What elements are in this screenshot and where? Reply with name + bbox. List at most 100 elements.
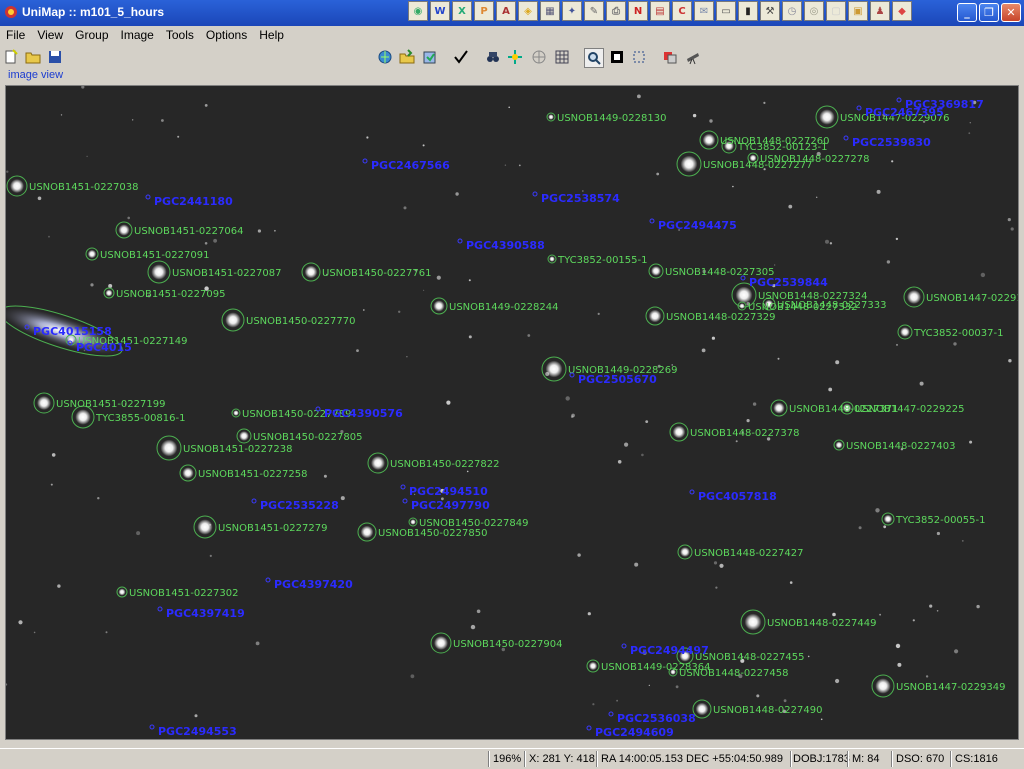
access-icon[interactable]: A xyxy=(496,1,516,21)
print-icon[interactable]: ⎙ xyxy=(606,1,626,21)
star[interactable] xyxy=(548,114,554,120)
star[interactable] xyxy=(875,678,891,694)
star[interactable] xyxy=(819,109,835,125)
open-image-icon[interactable] xyxy=(398,48,416,66)
n-icon[interactable]: N xyxy=(628,1,648,21)
star[interactable] xyxy=(433,300,445,312)
chat-icon[interactable]: ✉ xyxy=(694,1,714,21)
galaxy-catalog-label: PGC2494475 xyxy=(658,219,737,232)
sky-grid-icon[interactable] xyxy=(530,48,548,66)
align-icon[interactable] xyxy=(506,48,524,66)
open-folder-icon[interactable] xyxy=(24,48,42,66)
c-icon[interactable]: C xyxy=(672,1,692,21)
star[interactable] xyxy=(648,309,662,323)
star[interactable] xyxy=(160,439,178,457)
grid-icon[interactable] xyxy=(553,48,571,66)
faint-star xyxy=(968,132,971,135)
star[interactable] xyxy=(118,588,126,596)
star[interactable] xyxy=(545,360,563,378)
star[interactable] xyxy=(371,456,385,470)
star[interactable] xyxy=(672,425,686,439)
menu-image[interactable]: Image xyxy=(115,26,160,44)
star[interactable] xyxy=(151,264,167,280)
star[interactable] xyxy=(835,441,843,449)
menu-options[interactable]: Options xyxy=(200,26,253,44)
select-area-icon[interactable] xyxy=(630,48,648,66)
star[interactable] xyxy=(37,396,51,410)
star[interactable] xyxy=(304,265,318,279)
screen-icon[interactable]: ▭ xyxy=(716,1,736,21)
star[interactable] xyxy=(883,514,893,524)
maximize-button[interactable]: ❐ xyxy=(979,3,999,22)
terminal-icon[interactable]: ▮ xyxy=(738,1,758,21)
star[interactable] xyxy=(182,467,194,479)
contrast-icon[interactable] xyxy=(608,48,626,66)
star[interactable] xyxy=(773,402,785,414)
star[interactable] xyxy=(907,290,921,304)
menu-tools[interactable]: Tools xyxy=(160,26,200,44)
tool-icon[interactable]: ⚒ xyxy=(760,1,780,21)
star[interactable] xyxy=(225,312,241,328)
star[interactable] xyxy=(744,613,762,631)
star[interactable] xyxy=(233,410,239,416)
car-icon[interactable]: ◆ xyxy=(892,1,912,21)
star[interactable] xyxy=(549,256,555,262)
star[interactable] xyxy=(900,327,910,337)
menu-view[interactable]: View xyxy=(31,26,69,44)
menu-file[interactable]: File xyxy=(0,26,31,44)
close-button[interactable]: ✕ xyxy=(1001,3,1021,22)
tab-image-view[interactable]: image view xyxy=(8,69,63,81)
grid-icon[interactable]: ▦ xyxy=(540,1,560,21)
excel-icon[interactable]: X xyxy=(452,1,472,21)
tools-icon[interactable]: ✦ xyxy=(562,1,582,21)
zoom-icon[interactable] xyxy=(584,48,604,68)
ring-icon[interactable]: ◎ xyxy=(804,1,824,21)
edit-icon[interactable]: ✎ xyxy=(584,1,604,21)
layers-icon[interactable] xyxy=(661,48,679,66)
minimize-button[interactable]: _ xyxy=(957,3,977,22)
star[interactable] xyxy=(75,409,91,425)
word-icon[interactable]: W xyxy=(430,1,450,21)
star[interactable] xyxy=(680,547,690,557)
star-catalog-label: USNOB1447-0229225 xyxy=(855,404,964,415)
star[interactable] xyxy=(410,519,416,525)
star[interactable] xyxy=(10,179,24,193)
menu-group[interactable]: Group xyxy=(69,26,114,44)
menu-help[interactable]: Help xyxy=(253,26,290,44)
star[interactable] xyxy=(651,266,661,276)
globe-icon[interactable]: ◉ xyxy=(408,1,428,21)
folder-icon[interactable]: ▢ xyxy=(826,1,846,21)
star[interactable] xyxy=(739,303,745,309)
check-icon[interactable] xyxy=(452,48,470,66)
star[interactable] xyxy=(434,636,448,650)
save-image-icon[interactable] xyxy=(420,48,438,66)
star[interactable] xyxy=(695,702,709,716)
star[interactable] xyxy=(118,224,130,236)
truck-icon[interactable]: ▣ xyxy=(848,1,868,21)
star-catalog-label: USNOB1448-0227403 xyxy=(846,441,955,452)
star[interactable] xyxy=(588,661,598,671)
paint-icon[interactable]: ◈ xyxy=(518,1,538,21)
star[interactable] xyxy=(105,289,113,297)
image-view-canvas[interactable]: USNOB1449-0228130 USNOB1447-0229076 USNOB1… xyxy=(5,85,1019,740)
globe-refresh-icon[interactable] xyxy=(376,48,394,66)
star[interactable] xyxy=(360,525,374,539)
star[interactable] xyxy=(702,133,716,147)
star[interactable] xyxy=(197,519,213,535)
faint-star xyxy=(565,396,570,401)
clock-icon[interactable]: ◷ xyxy=(782,1,802,21)
star[interactable] xyxy=(239,431,249,441)
pdf-icon[interactable]: ▤ xyxy=(650,1,670,21)
star-field[interactable]: USNOB1449-0228130 USNOB1447-0229076USNOB1… xyxy=(6,86,1018,739)
star[interactable] xyxy=(87,249,97,259)
star[interactable] xyxy=(735,286,753,304)
game-icon[interactable]: ♟ xyxy=(870,1,890,21)
telescope-icon[interactable] xyxy=(684,48,702,66)
binoculars-icon[interactable] xyxy=(484,48,502,66)
new-icon[interactable] xyxy=(2,48,20,66)
star[interactable] xyxy=(680,155,698,173)
faint-star xyxy=(711,336,716,340)
faint-star xyxy=(587,612,591,616)
powerpoint-icon[interactable]: P xyxy=(474,1,494,21)
save-icon[interactable] xyxy=(46,48,64,66)
